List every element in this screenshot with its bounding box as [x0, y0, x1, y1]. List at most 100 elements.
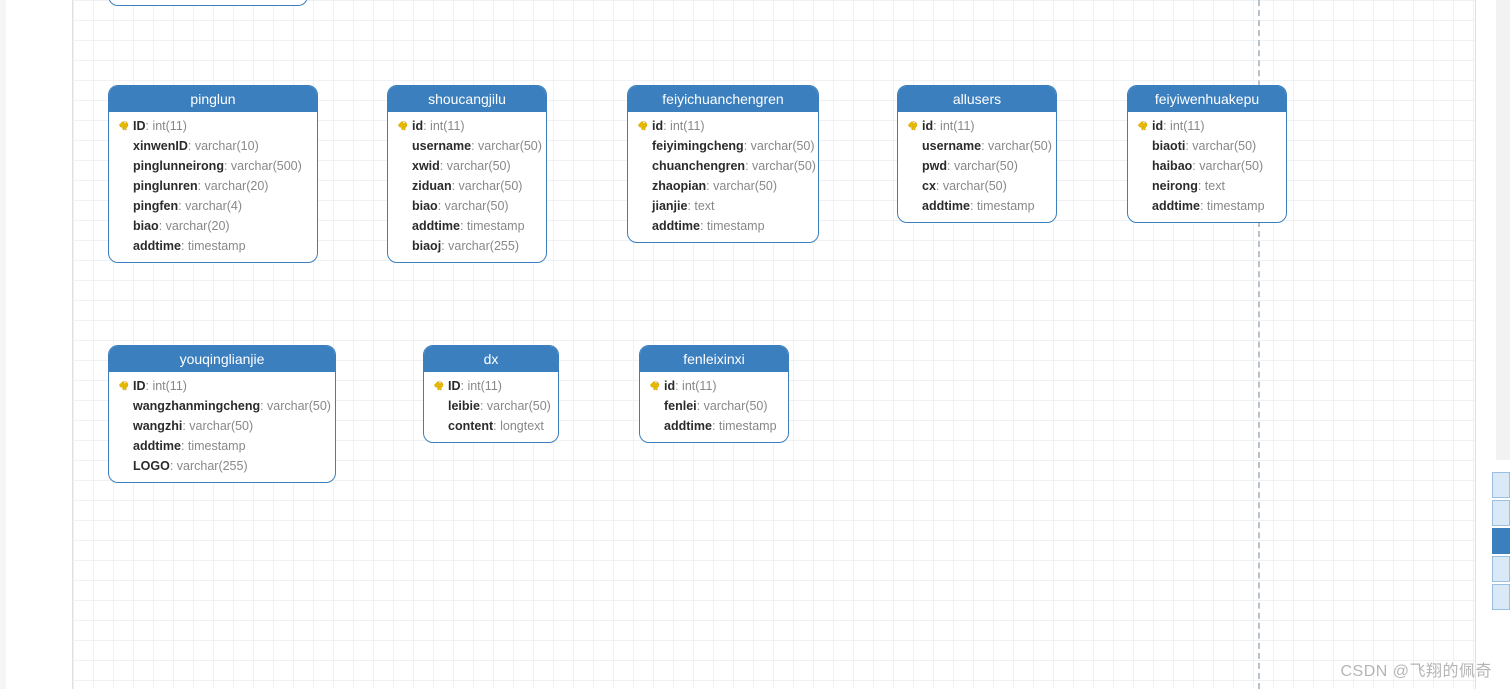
field-row[interactable]: addtime: timestamp: [636, 216, 810, 236]
field-row[interactable]: haibao: varchar(50): [1136, 156, 1278, 176]
entity-header[interactable]: youqinglianjie: [109, 346, 335, 372]
field-type: : varchar(50): [697, 396, 768, 416]
entity-allusers[interactable]: allusers id: int(11)username: varchar(50…: [897, 85, 1057, 223]
field-row[interactable]: pwd: varchar(50): [906, 156, 1048, 176]
field-row[interactable]: wangzhanmingcheng: varchar(50): [117, 396, 327, 416]
field-type: : varchar(50): [260, 396, 331, 416]
field-row[interactable]: addtime: timestamp: [1136, 196, 1278, 216]
field-type: : varchar(10): [188, 136, 259, 156]
field-row[interactable]: addtime: timestamp: [396, 216, 538, 236]
field-type: : int(11): [461, 376, 502, 396]
field-name: addtime: [1152, 196, 1200, 216]
field-type: : timestamp: [700, 216, 765, 236]
field-name: addtime: [922, 196, 970, 216]
field-type: : int(11): [663, 116, 704, 136]
field-row[interactable]: jianjie: text: [636, 196, 810, 216]
palette-item-4[interactable]: [1492, 556, 1510, 582]
field-row[interactable]: addtime: timestamp: [648, 416, 780, 436]
field-type: : int(11): [146, 116, 187, 136]
field-row[interactable]: addtime: timestamp: [117, 436, 327, 456]
palette-item-1[interactable]: [1492, 472, 1510, 498]
field-row[interactable]: biao: varchar(20): [117, 216, 309, 236]
primary-key-icon: [648, 381, 664, 391]
field-type: : varchar(20): [159, 216, 230, 236]
field-row[interactable]: cx: varchar(50): [906, 176, 1048, 196]
field-row[interactable]: addtime: timestamp: [117, 236, 309, 256]
field-row[interactable]: username: varchar(50): [906, 136, 1048, 156]
field-row[interactable]: feiyimingcheng: varchar(50): [636, 136, 810, 156]
side-palette[interactable]: [1492, 472, 1510, 610]
field-row[interactable]: ID: int(11): [432, 376, 550, 396]
vertical-scrollbar[interactable]: [1496, 0, 1510, 460]
field-type: : varchar(50): [947, 156, 1018, 176]
entity-pinglun[interactable]: pinglun ID: int(11)xinwenID: varchar(10)…: [108, 85, 318, 263]
field-name: xwid: [412, 156, 440, 176]
entity-header[interactable]: feiyiwenhuakepu: [1128, 86, 1286, 112]
field-row[interactable]: fenlei: varchar(50): [648, 396, 780, 416]
entity-youqinglianjie[interactable]: youqinglianjie ID: int(11)wangzhanmingch…: [108, 345, 336, 483]
field-row[interactable]: biaoti: varchar(50): [1136, 136, 1278, 156]
palette-item-5[interactable]: [1492, 584, 1510, 610]
primary-key-icon: [396, 121, 412, 131]
field-row[interactable]: addtime: timestamp: [906, 196, 1048, 216]
entity-header[interactable]: fenleixinxi: [640, 346, 788, 372]
field-row[interactable]: id: int(11): [648, 376, 780, 396]
field-row[interactable]: LOGO: varchar(255): [117, 456, 327, 476]
primary-key-icon: [636, 121, 652, 131]
primary-key-icon: [117, 381, 133, 391]
palette-item-3[interactable]: [1492, 528, 1510, 554]
field-row[interactable]: ID: int(11): [117, 116, 309, 136]
field-type: : int(11): [423, 116, 464, 136]
entity-body: id: int(11)feiyimingcheng: varchar(50)ch…: [628, 112, 818, 242]
entity-header[interactable]: shoucangjilu: [388, 86, 546, 112]
field-row[interactable]: ziduan: varchar(50): [396, 176, 538, 196]
field-row[interactable]: id: int(11): [906, 116, 1048, 136]
entity-header[interactable]: feiyichuanchengren: [628, 86, 818, 112]
left-gutter: [0, 0, 6, 689]
entity-feiyichuanchengren[interactable]: feiyichuanchengren id: int(11)feiyimingc…: [627, 85, 819, 243]
field-type: : varchar(50): [1185, 136, 1256, 156]
field-row[interactable]: leibie: varchar(50): [432, 396, 550, 416]
field-name: pingfen: [133, 196, 178, 216]
field-name: pinglunneirong: [133, 156, 224, 176]
entity-feiyiwenhuakepu[interactable]: feiyiwenhuakepu id: int(11)biaoti: varch…: [1127, 85, 1287, 223]
field-type: : timestamp: [460, 216, 525, 236]
field-row[interactable]: pinglunneirong: varchar(500): [117, 156, 309, 176]
entity-header[interactable]: allusers: [898, 86, 1056, 112]
field-row[interactable]: neirong: text: [1136, 176, 1278, 196]
field-row[interactable]: xinwenID: varchar(10): [117, 136, 309, 156]
field-type: : int(11): [1163, 116, 1204, 136]
field-type: : varchar(20): [198, 176, 269, 196]
field-row[interactable]: zhaopian: varchar(50): [636, 176, 810, 196]
field-row[interactable]: id: int(11): [1136, 116, 1278, 136]
primary-key-icon: [117, 121, 133, 131]
field-row[interactable]: ID: int(11): [117, 376, 327, 396]
field-row[interactable]: biaoj: varchar(255): [396, 236, 538, 256]
entity-header[interactable]: dx: [424, 346, 558, 372]
field-row[interactable]: pingfen: varchar(4): [117, 196, 309, 216]
field-type: : timestamp: [181, 436, 246, 456]
field-row[interactable]: chuanchengren: varchar(50): [636, 156, 810, 176]
diagram-canvas[interactable]: pinglun ID: int(11)xinwenID: varchar(10)…: [72, 0, 1476, 689]
field-row[interactable]: biao: varchar(50): [396, 196, 538, 216]
field-name: ziduan: [412, 176, 452, 196]
field-type: : varchar(255): [441, 236, 519, 256]
entity-header[interactable]: pinglun: [109, 86, 317, 112]
field-row[interactable]: id: int(11): [396, 116, 538, 136]
field-row[interactable]: username: varchar(50): [396, 136, 538, 156]
field-row[interactable]: xwid: varchar(50): [396, 156, 538, 176]
field-type: : longtext: [493, 416, 544, 436]
field-name: addtime: [412, 216, 460, 236]
field-type: : int(11): [675, 376, 716, 396]
field-type: : varchar(50): [471, 136, 542, 156]
field-row[interactable]: wangzhi: varchar(50): [117, 416, 327, 436]
field-row[interactable]: content: longtext: [432, 416, 550, 436]
field-name: leibie: [448, 396, 480, 416]
palette-item-2[interactable]: [1492, 500, 1510, 526]
entity-shoucangjilu[interactable]: shoucangjilu id: int(11)username: varcha…: [387, 85, 547, 263]
primary-key-icon: [432, 381, 448, 391]
entity-dx[interactable]: dx ID: int(11)leibie: varchar(50)content…: [423, 345, 559, 443]
field-row[interactable]: pinglunren: varchar(20): [117, 176, 309, 196]
field-row[interactable]: id: int(11): [636, 116, 810, 136]
entity-fenleixinxi[interactable]: fenleixinxi id: int(11)fenlei: varchar(5…: [639, 345, 789, 443]
